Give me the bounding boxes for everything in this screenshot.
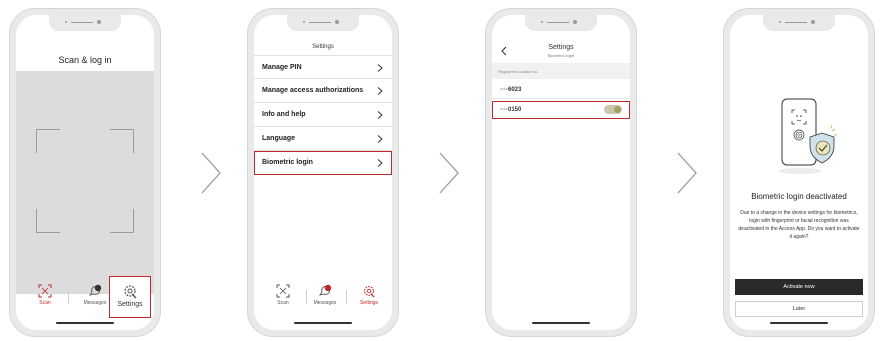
phone-biometric-settings-screen: Settings Biometric login Registered cont… [485, 8, 637, 337]
notch [525, 15, 597, 31]
section-header: Registered contact no. [492, 63, 630, 79]
page-title: Settings [548, 44, 574, 51]
tab-settings-highlighted[interactable]: Settings [109, 276, 151, 318]
menu-item-label: Language [262, 135, 296, 142]
menu-item-label: Manage PIN [262, 64, 302, 71]
viewfinder-corner [110, 209, 134, 233]
notch [287, 15, 359, 31]
page-title: Settings [312, 44, 334, 50]
menu-item-label: Manage access authorizations [262, 87, 364, 94]
tab-label: Settings [117, 301, 143, 308]
divider [68, 290, 69, 304]
page-title: Scan & log in [58, 55, 112, 65]
tab-settings[interactable]: Settings [346, 282, 392, 312]
dialog-heading: Biometric login deactivated [751, 192, 847, 201]
phone-biometric-deactivated-screen: Biometric login deactivated Due to a cha… [723, 8, 875, 337]
screen: Settings Biometric login Registered cont… [492, 15, 630, 330]
later-button[interactable]: Later [735, 301, 863, 317]
tab-label: Messages [313, 300, 337, 306]
chevron-right-icon [377, 135, 383, 143]
tab-messages[interactable]: Messages [302, 282, 348, 312]
biometric-toggle[interactable] [604, 85, 622, 94]
settings-icon [364, 286, 375, 298]
notch [49, 15, 121, 31]
menu-item-manage-access[interactable]: Manage access authorizations [254, 79, 392, 103]
contact-number: ····0150 [500, 107, 522, 113]
menu-item-label: Biometric login [262, 159, 313, 166]
scan-icon [276, 284, 290, 298]
chevron-right-icon [439, 152, 459, 194]
menu-item-label: Info and help [262, 111, 306, 118]
chevron-right-icon [377, 87, 383, 95]
viewfinder-corner [36, 209, 60, 233]
screen: Biometric login deactivated Due to a cha… [730, 15, 868, 330]
menu-item-manage-pin[interactable]: Manage PIN [254, 55, 392, 79]
settings-menu: Manage PIN Manage access authorizations … [254, 55, 392, 175]
home-indicator [770, 322, 828, 324]
contact-row-selected[interactable]: ····0150 [492, 101, 630, 119]
section-label: Registered contact no. [498, 69, 539, 74]
home-indicator [532, 322, 590, 324]
tab-scan[interactable]: Scan [260, 282, 306, 312]
tab-label: Settings [359, 300, 379, 306]
contact-number: ····6023 [500, 87, 522, 93]
messages-icon [318, 284, 332, 296]
tab-scan[interactable]: Scan [22, 282, 68, 312]
chevron-right-icon [377, 64, 383, 72]
viewfinder-corner [110, 129, 134, 153]
menu-item-biometric-login[interactable]: Biometric login [254, 151, 392, 175]
scan-viewfinder[interactable] [16, 71, 154, 294]
home-indicator [56, 322, 114, 324]
menu-item-info-help[interactable]: Info and help [254, 103, 392, 127]
chevron-right-icon [377, 159, 383, 167]
contact-row[interactable]: ····6023 [492, 81, 630, 99]
scan-icon [38, 284, 52, 298]
messages-icon [88, 284, 102, 296]
dialog-description: Due to a change in the device settings f… [738, 210, 860, 240]
biometric-phone-shield-illustration [778, 98, 837, 174]
biometric-toggle[interactable] [604, 105, 622, 114]
chevron-right-icon [201, 152, 221, 194]
menu-item-language[interactable]: Language [254, 127, 392, 151]
screen: Settings Manage PIN Manage access author… [254, 15, 392, 330]
notch [763, 15, 835, 31]
tab-bar: Scan Messages Settings [254, 282, 392, 312]
chevron-right-icon [677, 152, 697, 194]
tab-label: Scan [277, 300, 289, 306]
tab-label: Scan [39, 300, 51, 306]
home-indicator [294, 322, 352, 324]
settings-icon [124, 285, 137, 299]
chevron-right-icon [377, 111, 383, 119]
page-subtitle: Biometric login [547, 53, 575, 58]
viewfinder-corner [36, 129, 60, 153]
phone-settings-screen: Settings Manage PIN Manage access author… [247, 8, 399, 337]
activate-now-button[interactable]: Activate now [735, 279, 863, 295]
